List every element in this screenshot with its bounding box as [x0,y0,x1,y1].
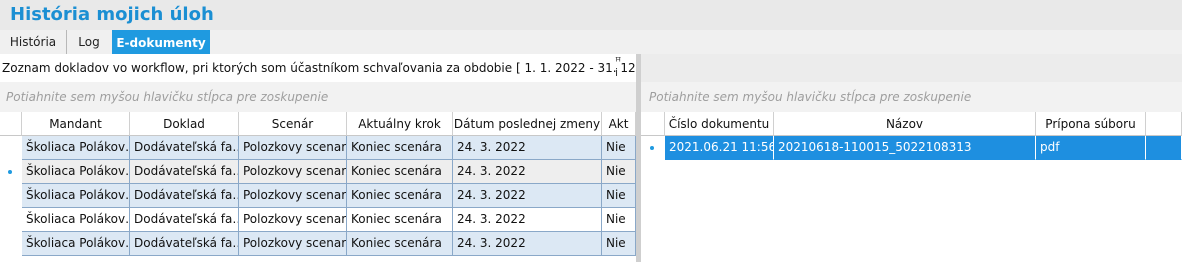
workflow-grid: Mandant Doklad Scenár Aktuálny krok Dátu… [0,112,636,256]
grid-header: Číslo dokumentu Názov Prípona súboru [641,112,1182,136]
period-info: Zoznam dokladov vo workflow, pri ktorých… [0,54,682,82]
cell-aktualny-krok[interactable]: Koniec scenára [347,208,453,232]
right-panel: Potiahnite sem myšou hlavičku stĺpca pre… [641,54,1182,262]
grid-header: Mandant Doklad Scenár Aktuálny krok Dátu… [0,112,636,136]
row-indicator [0,160,22,184]
cell-nazov[interactable]: 20210618-110015_5022108313 [774,136,1036,160]
column-header-mandant[interactable]: Mandant [22,112,130,136]
edocuments-grid: Číslo dokumentu Názov Prípona súboru 202… [641,112,1182,160]
row-indicator-header [641,112,665,136]
row-indicator [0,208,22,232]
title-bar: História mojich úloh [0,0,1182,30]
column-header-doklad[interactable]: Doklad [130,112,239,136]
cell-doklad[interactable]: Dodávateľská fa… [130,160,239,184]
cell-aktualny-krok[interactable]: Koniec scenára [347,232,453,256]
table-row[interactable]: Školiaca Polákov… Dodávateľská fa… Poloz… [0,136,636,160]
table-row[interactable]: Školiaca Polákov… Dodávateľská fa… Poloz… [0,160,636,184]
cell-mandant[interactable]: Školiaca Polákov… [22,136,130,160]
column-header-aktualny-krok[interactable]: Aktuálny krok [347,112,453,136]
column-header-akt[interactable]: Akt [602,112,636,136]
column-header-extra[interactable] [1146,112,1182,136]
cell-mandant[interactable]: Školiaca Polákov… [22,208,130,232]
cell-datum[interactable]: 24. 3. 2022 [453,136,602,160]
table-row[interactable]: Školiaca Polákov… Dodávateľská fa… Poloz… [0,184,636,208]
cell-akt[interactable]: Nie [602,232,636,256]
cell-cislo-dokumentu[interactable]: 2021.06.21 11:56… [665,136,774,160]
cell-extra[interactable] [1146,136,1182,160]
row-indicator [641,136,665,160]
cell-aktualny-krok[interactable]: Koniec scenára [347,160,453,184]
tab-historia[interactable]: História [0,30,67,54]
cell-datum[interactable]: 24. 3. 2022 [453,208,602,232]
cell-mandant[interactable]: Školiaca Polákov… [22,160,130,184]
row-indicator [0,136,22,160]
table-row[interactable]: Školiaca Polákov… Dodávateľská fa… Poloz… [0,232,636,256]
cell-scenar[interactable]: Polozkovy scenar [239,232,347,256]
column-header-pripona[interactable]: Prípona súboru [1036,112,1146,136]
column-header-cislo-dokumentu[interactable]: Číslo dokumentu [665,112,774,136]
cell-scenar[interactable]: Polozkovy scenar [239,184,347,208]
cell-datum[interactable]: 24. 3. 2022 [453,160,602,184]
right-toolbar-strip [641,54,1182,82]
cell-aktualny-krok[interactable]: Koniec scenára [347,136,453,160]
tab-bar: História Log E-dokumenty [0,30,1182,56]
row-indicator-header [0,112,22,136]
cell-akt[interactable]: Nie [602,208,636,232]
group-by-area-left[interactable]: Potiahnite sem myšou hlavičku stĺpca pre… [0,82,636,112]
cell-doklad[interactable]: Dodávateľská fa… [130,136,239,160]
tab-log[interactable]: Log [67,30,111,54]
table-row[interactable]: Školiaca Polákov… Dodávateľská fa… Poloz… [0,208,636,232]
cell-mandant[interactable]: Školiaca Polákov… [22,232,130,256]
cell-pripona[interactable]: pdf [1036,136,1146,160]
cell-mandant[interactable]: Školiaca Polákov… [22,184,130,208]
cell-aktualny-krok[interactable]: Koniec scenára [347,184,453,208]
cell-datum[interactable]: 24. 3. 2022 [453,184,602,208]
app-title: História mojich úloh [10,4,214,25]
cell-scenar[interactable]: Polozkovy scenar [239,208,347,232]
current-row-marker-icon [650,146,654,150]
cell-akt[interactable]: Nie [602,160,636,184]
cell-akt[interactable]: Nie [602,136,636,160]
cell-doklad[interactable]: Dodávateľská fa… [130,208,239,232]
column-header-nazov[interactable]: Názov [774,112,1036,136]
row-indicator [0,184,22,208]
cell-scenar[interactable]: Polozkovy scenar [239,160,347,184]
tab-e-dokumenty[interactable]: E-dokumenty [112,30,210,56]
cell-doklad[interactable]: Dodávateľská fa… [130,232,239,256]
group-by-area-right[interactable]: Potiahnite sem myšou hlavičku stĺpca pre… [641,82,1182,112]
cell-scenar[interactable]: Polozkovy scenar [239,136,347,160]
column-header-datum-zmeny[interactable]: Dátum poslednej zmeny [453,112,602,136]
row-indicator [0,232,22,256]
cell-doklad[interactable]: Dodávateľská fa… [130,184,239,208]
cell-datum[interactable]: 24. 3. 2022 [453,232,602,256]
refresh-icon[interactable]: ꟸi [615,56,627,78]
current-row-marker-icon [8,170,12,174]
table-row[interactable]: 2021.06.21 11:56… 20210618-110015_502210… [641,136,1182,160]
cell-akt[interactable]: Nie [602,184,636,208]
left-panel: Zoznam dokladov vo workflow, pri ktorých… [0,54,682,262]
column-header-scenar[interactable]: Scenár [239,112,347,136]
